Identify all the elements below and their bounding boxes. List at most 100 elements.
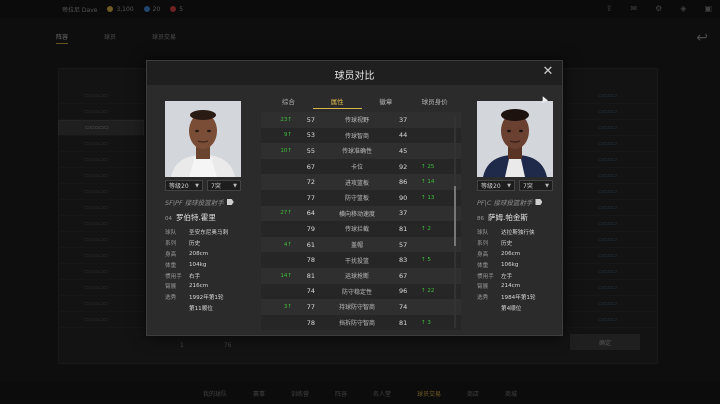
right-player-name: 萨姆.帕金斯 (488, 213, 528, 222)
stat-row: 77 防守篮板 90 ↑ 13 (261, 190, 461, 206)
info-row: 惯用手 右手 (165, 270, 241, 281)
info-row: 选秀 1984年第1轮 (477, 292, 553, 303)
attribute-name: 传球视野 (344, 117, 369, 125)
right-level-value: 等级20 (481, 183, 501, 190)
left-level-select[interactable]: 等级20 ▼ (165, 180, 203, 191)
info-row: 球队 圣安东尼奥马刺 (165, 227, 241, 238)
left-player-position: SF|PF 接球投篮射手 (165, 197, 241, 207)
info-value: 第4顺位 (501, 305, 522, 312)
info-value: 历史 (501, 241, 513, 248)
right-stat-value: 45 (399, 146, 408, 155)
close-icon[interactable]: ✕ (541, 65, 555, 79)
info-key: 选秀 (165, 295, 177, 302)
right-stat-diff: ↑ 5 (421, 257, 431, 264)
info-value: 1992年第1轮 (189, 295, 224, 302)
tab-3[interactable]: 球员身价 (410, 95, 459, 109)
info-key: 系列 (477, 241, 489, 248)
attribute-name: 传球智商 (344, 132, 369, 140)
stats-scrollbar[interactable] (454, 116, 456, 328)
right-stat-diff: ↑ 14 (421, 179, 435, 186)
tab-0[interactable]: 综合 (264, 95, 313, 109)
info-row: 臂展 214cm (477, 281, 553, 292)
right-stat-diff: ↑ 3 (421, 319, 431, 326)
attribute-name: 横向移动速度 (338, 210, 375, 218)
tab-1[interactable]: 属性 (312, 95, 362, 109)
stat-row: 3↑ 77 持球防守智商 74 (261, 299, 461, 315)
right-stat-value: 83 (399, 256, 408, 265)
info-key: 体重 (477, 262, 489, 269)
right-level-select[interactable]: 等级20 ▼ (477, 180, 515, 191)
left-rating-select[interactable]: 7突 ▼ (207, 180, 241, 191)
right-player-name-line: 86 萨姆.帕金斯 (477, 212, 553, 223)
right-stat-value: 37 (399, 209, 408, 218)
tab-2[interactable]: 徽章 (362, 95, 411, 109)
info-value: 214cm (501, 283, 521, 290)
stat-row: 72 进攻篮板 86 ↑ 14 (261, 174, 461, 190)
info-row: 球队 达拉斯独行侠 (477, 227, 553, 238)
attribute-name: 运球抢断 (344, 273, 369, 281)
right-player-portrait (477, 101, 553, 177)
info-key: 选秀 (477, 295, 489, 302)
right-stat-value: 81 (399, 224, 408, 233)
left-stat-diff: 10↑ (280, 147, 292, 154)
info-key: 系列 (165, 241, 177, 248)
player-portrait-image (477, 101, 553, 177)
info-row: 身高 206cm (477, 249, 553, 260)
info-value: 104kg (189, 261, 207, 268)
left-player-name-line: 04 罗伯特.霍里 (165, 212, 241, 223)
left-stat-diff: 23↑ (280, 116, 292, 123)
right-stat-value: 86 (399, 178, 408, 187)
info-value: 206cm (501, 250, 521, 257)
right-stat-diff: ↑ 22 (421, 288, 435, 295)
tag-icon (535, 199, 543, 205)
info-row: 第4顺位 (477, 303, 553, 314)
left-level-value: 等级20 (169, 183, 189, 190)
right-stat-diff: ↑ 13 (421, 194, 435, 201)
stat-row: 27↑ 64 横向移动速度 37 (261, 205, 461, 222)
info-value: 216cm (189, 283, 209, 290)
stats-comparison-table[interactable]: 23↑ 57 传球视野 37 9↑ 53 传球智商 44 10↑ 55 传球准确性 45 67 卡位 92 ↑… (261, 112, 461, 330)
info-value: 左手 (501, 273, 513, 280)
right-position-text: PF|C 接球投篮射手 (477, 199, 533, 207)
player-compare-modal: 球员对比 ✕ 等级20 ▼ 7突 ▼ SF|PF 接球投篮射手 04 罗伯特.霍… (146, 60, 563, 336)
left-stat-diff: 3↑ (283, 303, 292, 310)
left-position-text: SF|PF 接球投篮射手 (165, 199, 224, 207)
info-key: 惯用手 (477, 273, 494, 280)
info-value: 历史 (189, 241, 201, 248)
left-stat-value: 57 (306, 115, 315, 124)
chevron-down-icon: ▼ (233, 182, 237, 189)
right-stat-diff: ↑ 2 (421, 225, 431, 232)
right-player-card: 等级20 ▼ 7突 ▼ PF|C 接球投篮射手 86 萨姆.帕金斯 球队 达拉斯独行侠… (477, 101, 553, 313)
left-stat-value: 74 (306, 287, 315, 296)
right-stat-value: 81 (399, 318, 408, 327)
right-stat-value: 44 (399, 131, 408, 140)
left-stat-value: 78 (306, 318, 315, 327)
info-row: 身高 208cm (165, 249, 241, 260)
attribute-name: 防守稳定性 (341, 288, 372, 296)
info-value: 1984年第1轮 (501, 295, 536, 302)
info-key: 球队 (165, 230, 177, 237)
info-value: 达拉斯独行侠 (501, 230, 535, 237)
left-stat-value: 64 (306, 209, 315, 218)
chevron-down-icon: ▼ (195, 182, 199, 189)
left-stat-value: 67 (306, 162, 315, 171)
right-rating-select[interactable]: 7突 ▼ (519, 180, 553, 191)
left-player-number: 04 (165, 216, 172, 222)
attribute-name: 传球准确性 (341, 148, 372, 156)
stat-row: 79 传球拦截 81 ↑ 2 (261, 221, 461, 237)
info-row: 系列 历史 (165, 238, 241, 249)
tag-icon (226, 199, 234, 205)
left-stat-value: 77 (306, 302, 315, 311)
scrollbar-thumb[interactable] (454, 186, 456, 246)
info-value: 右手 (189, 273, 201, 280)
info-key: 臂展 (165, 284, 177, 291)
stat-row: 14↑ 81 运球抢断 67 (261, 267, 461, 284)
info-row: 惯用手 左手 (477, 270, 553, 281)
left-stat-diff: 9↑ (283, 132, 292, 139)
info-value: 106kg (501, 261, 519, 268)
stat-row: 10↑ 55 传球准确性 45 (261, 143, 461, 159)
attribute-name: 盖帽 (350, 242, 363, 250)
left-stat-value: 81 (306, 271, 315, 280)
left-stat-diff: 27↑ (280, 210, 292, 217)
modal-title: 球员对比 (334, 71, 375, 82)
